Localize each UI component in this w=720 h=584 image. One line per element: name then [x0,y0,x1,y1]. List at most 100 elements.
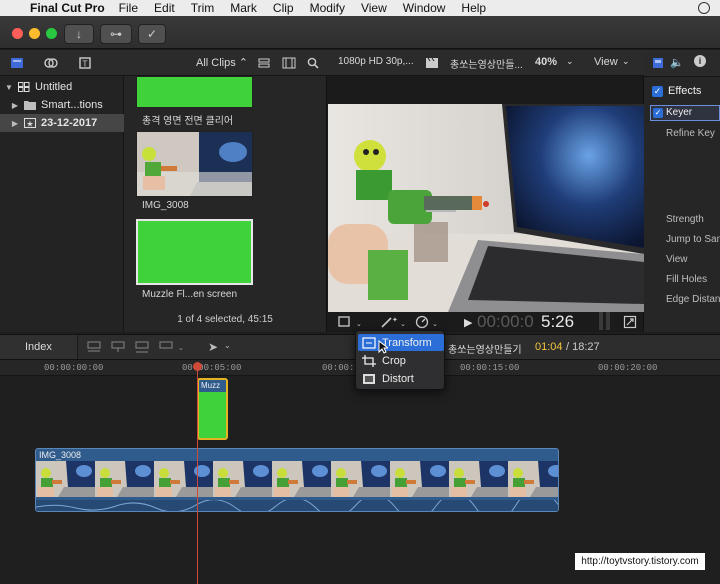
playhead-handle[interactable] [193,362,202,371]
libraries-icon[interactable] [10,56,24,70]
chevron-down-icon[interactable]: ⌄ [224,341,231,350]
menu-app-name[interactable]: Final Cut Pro [30,1,105,15]
transform-popup-menu: Transform Crop Distort [355,330,445,390]
close-window-button[interactable] [12,28,23,39]
timeline-duration: / 18:27 [566,341,600,353]
menu-item-crop[interactable]: Crop [358,352,444,369]
enhance-magic-wand-icon[interactable]: ✦ ⌄ [379,315,407,329]
clapper-icon [426,57,438,68]
primary-clip-img-3008[interactable]: IMG_3008 [35,448,559,512]
window-toolbar: ↓ ⊶ ✓ [0,16,720,49]
param-fill-holes[interactable]: Fill Holes [666,274,707,285]
clip-label: Muzzle Fl...en screen [142,289,238,300]
svg-text:★: ★ [26,119,33,128]
clip-filter-dropdown[interactable]: All Clips ⌃ [196,56,248,69]
format-label: 1080p HD 30p,... [338,56,414,67]
transform-tool-icon[interactable]: ⌄ [337,315,361,329]
effects-label: Effects [668,85,702,97]
param-edge-distance[interactable]: Edge Distan [666,294,720,305]
minimize-window-button[interactable] [29,28,40,39]
select-tool-arrow-icon[interactable]: ➤ [208,340,218,354]
search-icon[interactable] [307,57,319,69]
viewer-canvas[interactable] [328,104,644,312]
menu-window[interactable]: Window [403,1,446,15]
menu-modify[interactable]: Modify [310,1,345,15]
event-item-2017-12-23[interactable]: ▶ ★ 23-12-2017 [0,114,124,132]
timeline-position: 01:04 [535,341,563,353]
inspector-panel: 🔈 i ✓ Effects ✓ Keyer Refine Key Strengt… [644,50,720,332]
primary-clip-label: IMG_3008 [39,450,82,460]
titles-generators-icon[interactable]: T [78,56,92,70]
connected-clip-muzzle[interactable]: Muzz [197,378,228,440]
param-jump-to-sample[interactable]: Jump to Sam [666,234,720,245]
connected-clip-label: Muzz [199,380,226,392]
svg-text:⌄: ⌄ [356,320,361,328]
clip-browser: 총격 영면 전면 클리어 IMG_3008 Muzzle Fl...en scr… [124,76,326,332]
zoom-level-dropdown[interactable]: 40% [535,56,557,68]
smart-collections-label: Smart...tions [41,99,103,111]
download-icon: ↓ [76,27,82,41]
libraries-sidebar: ▼ Untitled ▶ Smart...tions ▶ ★ 23-12-201… [0,76,124,332]
svg-text:⌄: ⌄ [400,320,406,328]
disclosure-open-icon[interactable]: ▼ [4,83,14,92]
list-view-icon[interactable] [258,58,270,68]
import-button[interactable]: ↓ [64,24,94,44]
library-label: Untitled [35,81,73,93]
keyer-checkbox[interactable]: ✓ [653,108,663,118]
retime-speed-icon[interactable]: ⌄ [415,315,443,329]
menubar: Final Cut Pro File Edit Trim Mark Clip M… [0,0,720,16]
clip-label: 총격 영면 전면 클리어 [142,116,234,127]
menu-item-transform[interactable]: Transform [358,334,444,351]
chevron-down-icon[interactable]: ⌄ [566,56,574,67]
disclosure-closed-icon[interactable]: ▶ [10,119,20,128]
disclosure-closed-icon[interactable]: ▶ [10,101,20,110]
audio-inspector-icon[interactable]: 🔈 [670,56,684,69]
key-icon: ⊶ [110,27,122,41]
svg-text:✦: ✦ [392,316,398,324]
clip-thumb-img-3008[interactable] [136,131,253,197]
transform-icon [362,336,376,349]
view-dropdown[interactable]: View [594,56,618,68]
selection-info: 1 of 4 selected, 45:15 [177,314,273,325]
index-button[interactable]: Index [25,341,52,353]
menu-item-label: Distort [382,372,414,385]
play-button[interactable]: ▶ [464,316,472,329]
ruler-tick-label: 00:00:05:00 [182,363,242,373]
fullscreen-icon[interactable] [623,315,637,329]
smart-collections-item[interactable]: ▶ Smart...tions [0,96,124,114]
clip-preview-image [137,132,252,196]
param-strength[interactable]: Strength [666,214,704,225]
clip-thumb-gunfire-green[interactable] [136,76,253,108]
video-inspector-icon[interactable] [652,57,664,69]
menu-view[interactable]: View [361,1,387,15]
project-name-label: 총쏘는영상만들... [450,60,523,71]
menu-edit[interactable]: Edit [154,1,175,15]
info-inspector-icon[interactable]: i [694,55,706,67]
clip-thumb-muzzle-flash[interactable] [136,219,253,285]
menu-clip[interactable]: Clip [273,1,294,15]
keyer-label: Keyer [666,107,693,118]
photos-audio-icon[interactable] [44,56,58,70]
timecode-dim: 00:00:0 [477,312,534,331]
user-icon[interactable] [698,2,710,14]
effects-checkbox[interactable]: ✓ [652,86,663,97]
filmstrip-icon[interactable] [282,57,296,69]
menu-trim[interactable]: Trim [191,1,215,15]
zoom-window-button[interactable] [46,28,57,39]
edit-buttons-group: ⌄ [87,341,184,353]
menu-mark[interactable]: Mark [230,1,257,15]
menu-item-distort[interactable]: Distort [358,370,444,387]
audio-waveform [36,489,558,511]
crop-icon [362,354,376,367]
timecode-display[interactable]: 5:26 [541,312,574,332]
menu-help[interactable]: Help [461,1,486,15]
playhead[interactable] [197,364,198,584]
library-untitled[interactable]: ▼ Untitled [0,78,124,96]
background-tasks-button[interactable]: ✓ [138,24,166,44]
param-refine-key[interactable]: Refine Key [666,128,715,139]
chevron-down-icon[interactable]: ⌄ [622,56,630,67]
menu-file[interactable]: File [119,1,138,15]
browser-header: T All Clips ⌃ 1080p HD 30p,... 총쏘는영상만들..… [0,50,720,76]
param-view[interactable]: View [666,254,688,265]
keywords-button[interactable]: ⊶ [100,24,132,44]
